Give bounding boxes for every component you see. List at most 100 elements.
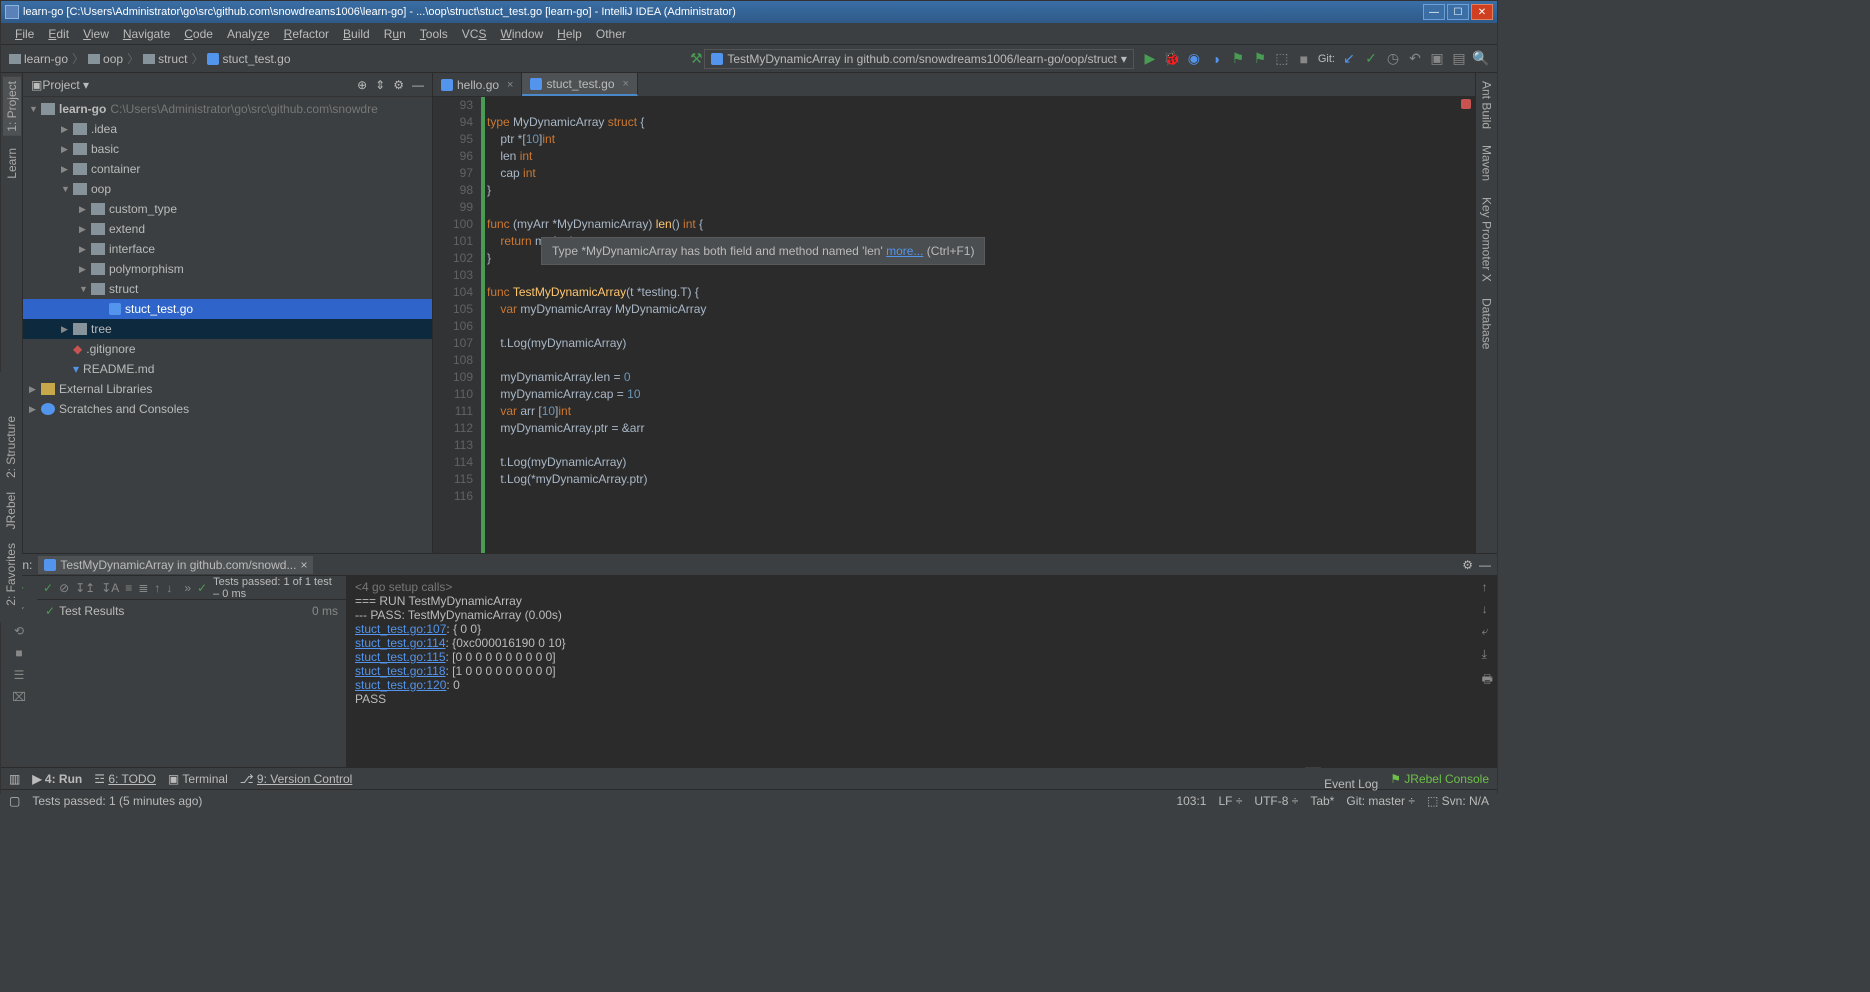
- breadcrumb-item[interactable]: stuct_test.go: [207, 52, 290, 66]
- tree-item[interactable]: ▶polymorphism: [23, 259, 432, 279]
- menu-refactor[interactable]: Refactor: [278, 25, 335, 43]
- jrebel-run-icon[interactable]: ⚑: [1230, 51, 1246, 67]
- tab-terminal[interactable]: ▣ Terminal: [168, 772, 228, 786]
- locate-icon[interactable]: ⊕: [357, 78, 367, 92]
- tree-item[interactable]: ▼struct: [23, 279, 432, 299]
- tab-stuct-test-go[interactable]: stuct_test.go×: [522, 73, 637, 96]
- project-panel-title[interactable]: Project ▾: [42, 78, 357, 92]
- soft-wrap-icon[interactable]: ⤶: [1482, 624, 1493, 639]
- collapse-icon[interactable]: ≣: [138, 581, 148, 595]
- jrebel-debug-icon[interactable]: ⚑: [1252, 51, 1268, 67]
- file-encoding[interactable]: UTF-8 ÷: [1254, 794, 1298, 808]
- tree-item[interactable]: stuct_test.go: [23, 299, 432, 319]
- test-result-row[interactable]: ✓ Test Results 0 ms: [37, 602, 346, 620]
- horizontal-scrollbar[interactable]: [0, 982, 1870, 992]
- tab-favorites[interactable]: 2: Favorites: [2, 539, 20, 610]
- hide-panel-icon[interactable]: —: [1479, 558, 1491, 572]
- search-icon[interactable]: 🔍: [1473, 51, 1489, 67]
- menu-window[interactable]: Window: [494, 25, 549, 43]
- sort-icon[interactable]: ↧↥: [75, 581, 95, 595]
- profile-icon[interactable]: ◑: [1208, 51, 1224, 67]
- update-project-icon[interactable]: ↙: [1341, 51, 1357, 67]
- scroll-up-icon[interactable]: ↑: [1482, 580, 1493, 594]
- error-indicator[interactable]: [1461, 99, 1471, 109]
- tab-structure[interactable]: 2: Structure: [2, 412, 20, 482]
- next-icon[interactable]: ↓: [166, 581, 172, 595]
- menu-view[interactable]: View: [77, 25, 115, 43]
- tree-item[interactable]: ▾README.md: [23, 359, 432, 379]
- stop-icon[interactable]: ■: [15, 646, 22, 660]
- background-tasks-icon[interactable]: ▢: [9, 794, 20, 808]
- cursor-position[interactable]: 103:1: [1176, 794, 1206, 808]
- build-icon[interactable]: ⚒: [688, 51, 704, 67]
- line-separator[interactable]: LF ÷: [1218, 794, 1242, 808]
- tree-item[interactable]: ▶tree: [23, 319, 432, 339]
- indent-info[interactable]: Tab*: [1310, 794, 1334, 808]
- menu-file[interactable]: File: [9, 25, 40, 43]
- tree-root[interactable]: learn-go: [59, 102, 106, 116]
- exit-icon[interactable]: ⌧: [12, 690, 26, 704]
- attach-icon[interactable]: ⬚: [1274, 51, 1290, 67]
- error-stripe[interactable]: [1463, 97, 1473, 553]
- coverage-icon[interactable]: ◉: [1186, 51, 1202, 67]
- project-tree[interactable]: ▼learn-goC:\Users\Administrator\go\src\g…: [23, 97, 432, 553]
- print-icon[interactable]: 🖶: [1482, 670, 1493, 691]
- breadcrumb-item[interactable]: struct: [143, 52, 187, 66]
- tab-hello-go[interactable]: hello.go×: [433, 73, 522, 96]
- close-tab-icon[interactable]: ×: [507, 79, 513, 91]
- tree-item[interactable]: ▶extend: [23, 219, 432, 239]
- close-tab-icon[interactable]: ×: [300, 558, 307, 572]
- breadcrumb-item[interactable]: learn-go: [9, 52, 68, 66]
- menu-navigate[interactable]: Navigate: [117, 25, 176, 43]
- check-icon[interactable]: ✓: [43, 581, 53, 595]
- tree-item[interactable]: ▶container: [23, 159, 432, 179]
- debug-icon[interactable]: 🐞: [1164, 51, 1180, 67]
- revert-icon[interactable]: ↶: [1407, 51, 1423, 67]
- history-icon[interactable]: ◷: [1385, 51, 1401, 67]
- prev-icon[interactable]: ↑: [154, 581, 160, 595]
- stop-icon[interactable]: ■: [1296, 51, 1312, 67]
- menu-run[interactable]: Run: [378, 25, 412, 43]
- hide-panel-icon[interactable]: —: [412, 78, 424, 92]
- menu-analyze[interactable]: Analyze: [221, 25, 276, 43]
- svn-info[interactable]: ⬚ Svn: N/A: [1427, 794, 1489, 808]
- projects-icon[interactable]: ▣: [1429, 51, 1445, 67]
- tab-database[interactable]: Database: [1478, 294, 1496, 353]
- tree-scratches[interactable]: Scratches and Consoles: [59, 402, 189, 416]
- tab-todo[interactable]: ☲ 6: TODO: [94, 772, 156, 786]
- minimize-button[interactable]: —: [1423, 4, 1445, 20]
- tree-item[interactable]: ▼oop: [23, 179, 432, 199]
- tree-item[interactable]: ◆.gitignore: [23, 339, 432, 359]
- expand-icon[interactable]: ≡: [125, 581, 132, 595]
- tab-project[interactable]: 1: Project: [3, 77, 21, 136]
- run-icon[interactable]: ▶: [1142, 51, 1158, 67]
- tab-learn[interactable]: Learn: [3, 144, 21, 183]
- jrebel-console[interactable]: ⚑ JRebel Console: [1390, 772, 1489, 786]
- menu-vcs[interactable]: VCS: [456, 25, 493, 43]
- structure-icon[interactable]: ▤: [1451, 51, 1467, 67]
- commit-icon[interactable]: ✓: [1363, 51, 1379, 67]
- stop-watch-icon[interactable]: ⊘: [59, 581, 69, 595]
- breadcrumb-item[interactable]: oop: [88, 52, 123, 66]
- tab-jrebel[interactable]: JRebel: [2, 488, 20, 533]
- close-tab-icon[interactable]: ×: [623, 78, 629, 90]
- console-output[interactable]: <4 go setup calls>=== RUN TestMyDynamicA…: [347, 576, 1497, 767]
- tab-key-promoter[interactable]: Key Promoter X: [1478, 193, 1496, 286]
- expand-all-icon[interactable]: ⇕: [375, 78, 385, 92]
- menu-help[interactable]: Help: [551, 25, 588, 43]
- editor-content[interactable]: 9394959697989910010110210310410510610710…: [433, 97, 1475, 553]
- tree-item[interactable]: ▶custom_type: [23, 199, 432, 219]
- run-configuration-tab[interactable]: TestMyDynamicArray in github.com/snowd..…: [38, 556, 313, 574]
- tab-version-control[interactable]: ⎇ 9: Version Control: [240, 772, 353, 786]
- scroll-down-icon[interactable]: ↓: [1482, 602, 1493, 616]
- close-button[interactable]: ✕: [1471, 4, 1493, 20]
- tab-ant-build[interactable]: Ant Build: [1478, 77, 1496, 133]
- tree-external-libraries[interactable]: External Libraries: [59, 382, 152, 396]
- menu-edit[interactable]: Edit: [42, 25, 75, 43]
- menu-other[interactable]: Other: [590, 25, 632, 43]
- run-config-selector[interactable]: TestMyDynamicArray in github.com/snowdre…: [704, 49, 1134, 69]
- tab-maven[interactable]: Maven: [1478, 141, 1496, 185]
- menu-code[interactable]: Code: [178, 25, 219, 43]
- window-list-icon[interactable]: ▥: [9, 772, 20, 786]
- scroll-end-icon[interactable]: ⤓: [1482, 647, 1493, 662]
